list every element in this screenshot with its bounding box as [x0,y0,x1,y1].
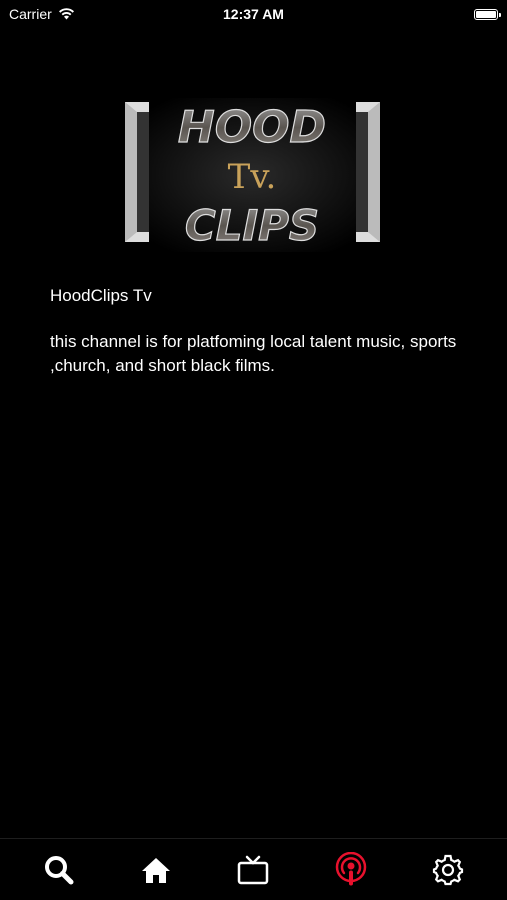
logo-text-hood: HOOD [178,102,326,153]
battery-level [476,10,496,18]
tab-podcasts[interactable] [326,845,376,895]
tab-home[interactable] [131,845,181,895]
battery-icon [474,8,501,20]
channel-description: this channel is for platfoming local tal… [50,332,457,375]
logo-text-tv: Tv. [228,157,277,197]
channel-logo: HOOD Tv. CLIPS [125,98,380,252]
status-bar: Carrier 12:37 AM [0,0,507,28]
carrier-label: Carrier [9,6,52,22]
podcast-icon [335,851,367,885]
logo-left-bracket [125,102,149,242]
tab-search[interactable] [34,845,84,895]
home-icon [142,857,171,883]
logo-text-clips: CLIPS [185,201,319,250]
tab-settings[interactable] [423,845,473,895]
tv-icon [238,855,269,884]
tab-tv[interactable] [228,845,278,895]
search-icon [44,855,74,884]
status-left: Carrier [9,6,75,22]
wifi-icon [58,8,74,20]
gear-icon [433,854,464,885]
channel-title: HoodClips Tv [50,286,152,305]
logo-right-bracket [356,102,380,242]
status-time: 12:37 AM [223,6,284,22]
tab-bar [0,838,507,900]
